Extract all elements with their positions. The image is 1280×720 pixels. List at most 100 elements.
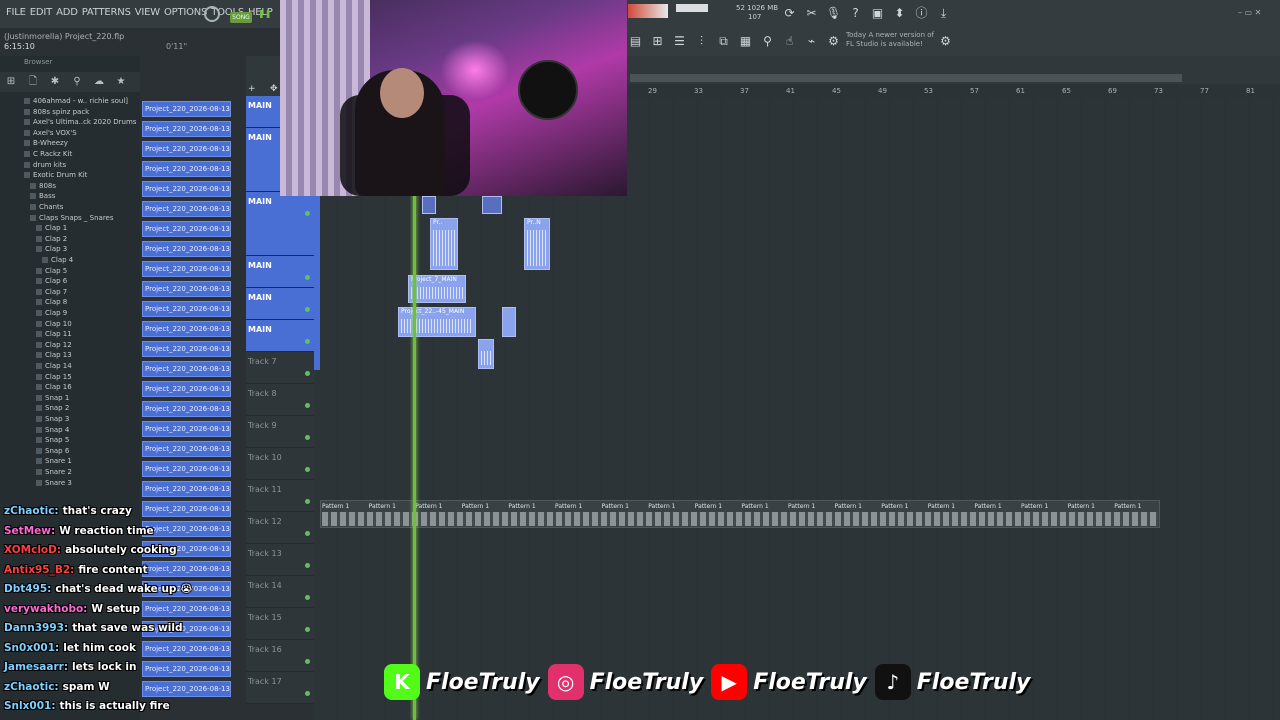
playlist-pattern-item[interactable]: Project_220_2026-08-13...	[142, 401, 231, 417]
track-active-led[interactable]	[305, 659, 310, 664]
track-active-led[interactable]	[305, 339, 310, 344]
browser-item[interactable]: Snap 4	[36, 425, 69, 435]
pattern-clip-label[interactable]: Pattern 1	[602, 503, 629, 510]
browser-toggle-icon[interactable]: ⧉	[716, 34, 731, 49]
collapse-icon[interactable]: ⊞	[4, 75, 18, 89]
pattern-clip-label[interactable]: Pattern 1	[369, 503, 396, 510]
update-hint[interactable]: Today A newer version of FL Studio is ava…	[846, 31, 934, 49]
track-header[interactable]: Track 7	[246, 352, 314, 384]
mixer-icon[interactable]: ▤	[628, 34, 643, 49]
browser-item[interactable]: Snap 3	[36, 414, 69, 424]
track-header[interactable]: Track 14	[246, 576, 314, 608]
track-header[interactable]: Track 16	[246, 640, 314, 672]
playlist-scrollbar[interactable]	[630, 74, 1182, 82]
browser-item[interactable]: Clap 16	[36, 382, 72, 392]
menu-item-options[interactable]: OPTIONS	[164, 7, 207, 18]
menu-item-view[interactable]: VIEW	[135, 7, 160, 18]
channel-rack-icon[interactable]: ⊞	[650, 34, 665, 49]
pattern-clip-label[interactable]: Pattern 1	[508, 503, 535, 510]
browser-item[interactable]: 406ahmad - w.. richie soul]	[24, 96, 128, 106]
browser-item[interactable]: Clap 8	[36, 297, 67, 307]
cut-icon[interactable]: ✂	[804, 6, 819, 21]
browser-item[interactable]: Clap 13	[36, 350, 72, 360]
browser-item[interactable]: Clap 12	[36, 340, 72, 350]
playlist-pattern-item[interactable]: Project_220_2026-08-13...	[142, 101, 231, 117]
pattern-clip-label[interactable]: Pattern 1	[741, 503, 768, 510]
pattern-clip-label[interactable]: Pattern 1	[648, 503, 675, 510]
track-header[interactable]: MAIN	[246, 256, 314, 288]
playlist-icon[interactable]: ⫶	[694, 34, 709, 49]
playlist-pattern-item[interactable]: Project_220_2026-08-13...	[142, 261, 231, 277]
save-icon[interactable]: ▣	[870, 6, 885, 21]
browser-item[interactable]: Clap 9	[36, 308, 67, 318]
menu-item-file[interactable]: FILE	[6, 7, 26, 18]
info-icon[interactable]: ⓘ	[914, 6, 929, 21]
audio-clip[interactable]: Pr..N	[524, 218, 550, 270]
browser-item[interactable]: Clap 1	[36, 223, 67, 233]
track-active-led[interactable]	[305, 627, 310, 632]
link-icon[interactable]: ⌁	[804, 34, 819, 49]
track-header[interactable]: Track 12	[246, 512, 314, 544]
settings-icon[interactable]: ⚙	[826, 34, 841, 49]
pattern-clip-label[interactable]: Pattern 1	[462, 503, 489, 510]
gear-icon[interactable]: ⚙	[938, 34, 953, 49]
track-header[interactable]: Track 15	[246, 608, 314, 640]
browser-item[interactable]: Clap 3	[36, 244, 67, 254]
browser-item[interactable]: Snap 1	[36, 393, 69, 403]
touch-icon[interactable]: ☝	[782, 34, 797, 49]
playlist-pattern-item[interactable]: Project_220_2026-08-13...	[142, 421, 231, 437]
playlist-pattern-item[interactable]: Project_220_2026-08-13...	[142, 481, 231, 497]
browser-item[interactable]: 808s spinz pack	[24, 107, 89, 117]
track-header[interactable]: Track 10	[246, 448, 314, 480]
star-icon[interactable]: ★	[114, 75, 128, 89]
track-header[interactable]: Track 13	[246, 544, 314, 576]
track-active-led[interactable]	[305, 371, 310, 376]
audio-clip[interactable]	[482, 196, 502, 214]
playlist-pattern-item[interactable]: Project_220_2026-08-13...	[142, 361, 231, 377]
browser-item[interactable]: Clap 5	[36, 266, 67, 276]
track-active-led[interactable]	[305, 211, 310, 216]
browser-item[interactable]: Snap 6	[36, 446, 69, 456]
track-header[interactable]: MAIN	[246, 288, 314, 320]
play-icon[interactable]: ❚❚	[258, 9, 271, 18]
pattern-clip-label[interactable]: Pattern 1	[415, 503, 442, 510]
playlist-pattern-item[interactable]: Project_220_2026-08-13...	[142, 341, 231, 357]
browser-item[interactable]: Chants	[30, 202, 63, 212]
track-header[interactable]: MAIN	[246, 192, 314, 256]
audio-clip[interactable]	[502, 307, 516, 337]
track-active-led[interactable]	[305, 403, 310, 408]
browser-item[interactable]: B-Wheezy	[24, 138, 68, 148]
microphone-icon[interactable]: 🎙	[826, 6, 841, 21]
track-active-led[interactable]	[305, 531, 310, 536]
plugin-picker-icon[interactable]: ▦	[738, 34, 753, 49]
audio-clip[interactable]	[478, 339, 494, 369]
playlist-pattern-item[interactable]: Project_220_2026-08-13...	[142, 441, 231, 457]
track-active-led[interactable]	[305, 467, 310, 472]
browser-item[interactable]: Snare 2	[36, 467, 72, 477]
browser-item[interactable]: 808s	[30, 181, 56, 191]
playlist-pattern-item[interactable]: Project_220_2026-08-13...	[142, 161, 231, 177]
playlist-pattern-item[interactable]: Project_220_2026-08-13...	[142, 321, 231, 337]
browser-item[interactable]: Clap 6	[36, 276, 67, 286]
menu-item-add[interactable]: ADD	[56, 7, 78, 18]
browser-item[interactable]: Bass	[30, 191, 55, 201]
browser-item[interactable]: Clap 14	[36, 361, 72, 371]
playlist-pattern-item[interactable]: Project_220_2026-08-13...	[142, 201, 231, 217]
song-mode-button[interactable]: SONG	[230, 12, 252, 23]
download-icon[interactable]: ⤓	[936, 6, 951, 21]
track-active-led[interactable]	[305, 563, 310, 568]
playlist-pattern-item[interactable]: Project_220_2026-08-13...	[142, 381, 231, 397]
browser-item[interactable]: Clap 15	[36, 372, 72, 382]
piano-roll-icon[interactable]: ☰	[672, 34, 687, 49]
add-track-icon[interactable]: +	[248, 84, 260, 94]
track-active-led[interactable]	[305, 595, 310, 600]
audio-clip[interactable]	[422, 196, 436, 214]
pattern-clip-label[interactable]: Pattern 1	[1114, 503, 1141, 510]
browser-item[interactable]: Snap 5	[36, 435, 69, 445]
playlist-pattern-item[interactable]: Project_220_2026-08-13...	[142, 281, 231, 297]
track-active-led[interactable]	[305, 499, 310, 504]
track-header[interactable]: MAIN	[246, 320, 314, 352]
browser-item[interactable]: Clap 2	[36, 234, 67, 244]
track-header[interactable]: Track 9	[246, 416, 314, 448]
pattern-clip-label[interactable]: Pattern 1	[1068, 503, 1095, 510]
